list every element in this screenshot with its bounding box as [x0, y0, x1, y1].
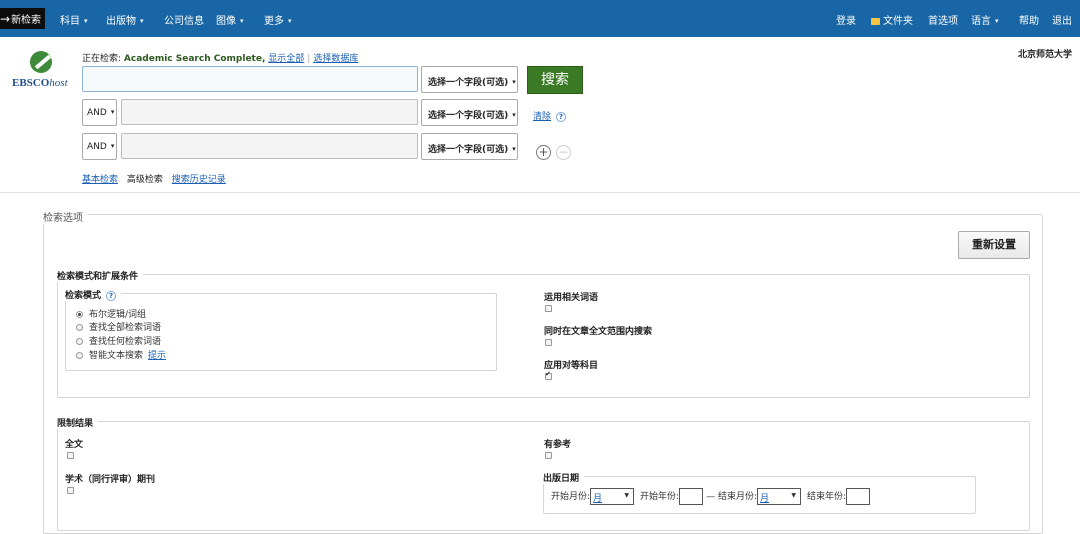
nav-subjects[interactable]: 科目 ▾	[60, 12, 88, 27]
limit-results-title: 限制结果	[57, 416, 99, 429]
chevron-down-icon: ▾	[110, 142, 115, 150]
chevron-down-icon: ▾	[512, 145, 516, 153]
exit-link[interactable]: 退出	[1052, 12, 1072, 27]
clear-link[interactable]: 清除	[533, 112, 551, 122]
arrow-right-icon: →	[0, 12, 11, 26]
full-text-label: 全文	[65, 440, 84, 450]
database-name: Academic Search Complete,	[123, 54, 266, 64]
institution-name: 北京师范大学	[1017, 50, 1072, 60]
related-words-checkbox[interactable]	[545, 305, 552, 312]
search-input-1[interactable]	[82, 66, 418, 92]
has-references-label: 有参考	[544, 440, 572, 450]
search-button[interactable]: 搜索	[527, 66, 583, 94]
chevron-down-icon: ▾	[240, 17, 244, 25]
has-references-checkbox[interactable]	[545, 452, 552, 459]
top-nav-bar: →新检索 科目 ▾ 出版物 ▾ 公司信息 图像 ▾ 更多 ▾ 登录 文件夹 首选项 语言…	[0, 0, 1080, 37]
boolean-select-2[interactable]: AND ▾	[82, 99, 117, 126]
search-input-2[interactable]	[121, 99, 418, 125]
modes-expanders-title: 检索模式和扩展条件	[57, 269, 144, 282]
search-history-link[interactable]: 搜索历史记录	[172, 175, 226, 185]
chevron-down-icon: ▾	[110, 108, 115, 116]
choose-databases-link[interactable]: 选择数据库	[313, 54, 358, 64]
mode-smart-text[interactable]: 智能文本搜索 提示	[76, 348, 166, 361]
radio-button[interactable]	[76, 338, 83, 345]
chevron-down-icon: ▾	[288, 17, 292, 25]
chevron-down-icon: ▾	[512, 78, 516, 86]
radio-button[interactable]	[76, 352, 83, 359]
fulltext-search-label: 同时在文章全文范围内搜索	[544, 327, 653, 337]
advanced-search-label: 高级检索	[126, 175, 163, 185]
chevron-down-icon: ▼	[791, 492, 797, 499]
mode-boolean-phrase[interactable]: 布尔逻辑/词组	[76, 307, 146, 320]
folder-icon	[871, 18, 880, 25]
preferences-link[interactable]: 首选项	[928, 12, 958, 27]
end-year-input[interactable]	[846, 488, 871, 505]
nav-publications[interactable]: 出版物 ▾	[106, 12, 144, 27]
start-year-input[interactable]	[679, 488, 704, 505]
full-text-checkbox[interactable]	[67, 452, 74, 459]
fulltext-search-checkbox[interactable]	[545, 339, 552, 346]
add-row-icon[interactable]: +	[536, 145, 551, 160]
ebscohost-logo[interactable]: EBSCOhost	[12, 51, 70, 89]
equivalent-subjects-label: 应用对等科目	[544, 361, 599, 371]
peer-reviewed-label: 学术（同行评审）期刊	[65, 475, 156, 485]
chevron-down-icon: ▾	[512, 111, 516, 119]
login-link[interactable]: 登录	[836, 12, 856, 27]
chevron-down-icon: ▾	[84, 17, 88, 25]
nav-company-info[interactable]: 公司信息	[164, 12, 204, 27]
new-search-link[interactable]: →新检索	[0, 8, 45, 29]
search-options-title: 检索选项	[43, 209, 87, 224]
mode-any-terms[interactable]: 查找任何检索词语	[76, 334, 161, 347]
peer-reviewed-checkbox[interactable]	[67, 487, 74, 494]
related-words-label: 运用相关词语	[544, 293, 599, 303]
pub-date-title: 出版日期	[543, 471, 585, 484]
mode-all-terms[interactable]: 查找全部检索词语	[76, 320, 161, 333]
help-icon[interactable]: ?	[556, 112, 567, 122]
nav-images[interactable]: 图像 ▾	[216, 12, 244, 27]
search-mode-links: 基本检索 高级检索 搜索历史记录	[82, 172, 226, 185]
search-input-3[interactable]	[121, 133, 418, 159]
chevron-down-icon: ▾	[995, 17, 999, 25]
equivalent-subjects-checkbox[interactable]	[545, 370, 552, 380]
field-select-2[interactable]: 选择一个字段(可选) ▾	[421, 99, 518, 126]
hint-link[interactable]: 提示	[148, 351, 166, 361]
reset-button[interactable]: 重新设置	[958, 231, 1030, 259]
radio-button[interactable]	[76, 324, 83, 331]
search-mode-title: 检索模式?	[65, 288, 122, 301]
chevron-down-icon: ▼	[624, 492, 630, 499]
ebsco-logo-icon	[30, 51, 52, 73]
field-select-1[interactable]: 选择一个字段(可选) ▾	[421, 66, 518, 93]
language-menu[interactable]: 语言 ▾	[971, 12, 999, 27]
boolean-select-3[interactable]: AND ▾	[82, 133, 117, 160]
end-month-select[interactable]: 月 ▼	[757, 488, 802, 505]
radio-button[interactable]	[76, 311, 83, 318]
searching-info: 正在检索: Academic Search Complete, 显示全部 | 选择数…	[82, 54, 359, 64]
help-link[interactable]: 帮助	[1019, 12, 1039, 27]
show-all-link[interactable]: 显示全部	[268, 54, 304, 64]
header-divider	[0, 192, 1080, 193]
nav-more[interactable]: 更多 ▾	[264, 12, 292, 27]
remove-row-icon[interactable]: −	[556, 145, 571, 160]
help-icon[interactable]: ?	[106, 291, 117, 301]
pub-date-row: 开始月份: 月 ▼ 开始年份: — 结束月份: 月 ▼ 结束年份:	[551, 488, 873, 505]
basic-search-link[interactable]: 基本检索	[82, 175, 118, 185]
start-month-select[interactable]: 月 ▼	[590, 488, 635, 505]
folder-link[interactable]: 文件夹	[871, 12, 913, 27]
clear-row: 清除?	[533, 109, 567, 122]
chevron-down-icon: ▾	[140, 17, 144, 25]
field-select-3[interactable]: 选择一个字段(可选) ▾	[421, 133, 518, 160]
